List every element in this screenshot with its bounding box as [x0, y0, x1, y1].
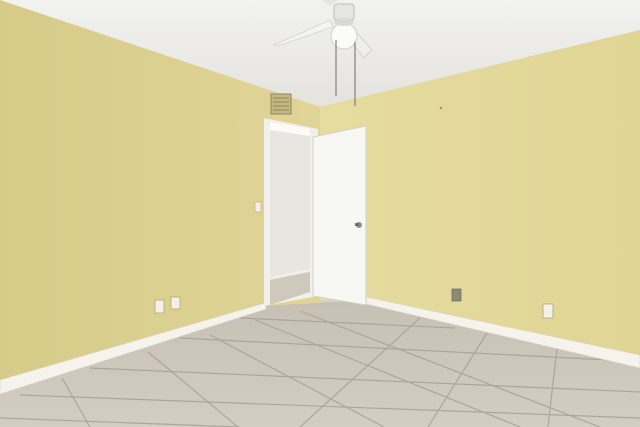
light-switch — [254, 201, 262, 213]
room-scene — [0, 0, 640, 427]
wall-nail-mark — [439, 106, 443, 110]
hallway-wall — [270, 130, 310, 280]
open-door — [312, 125, 367, 306]
hvac-vent — [270, 93, 292, 115]
door-latch — [355, 223, 359, 226]
room-photo — [0, 0, 640, 427]
